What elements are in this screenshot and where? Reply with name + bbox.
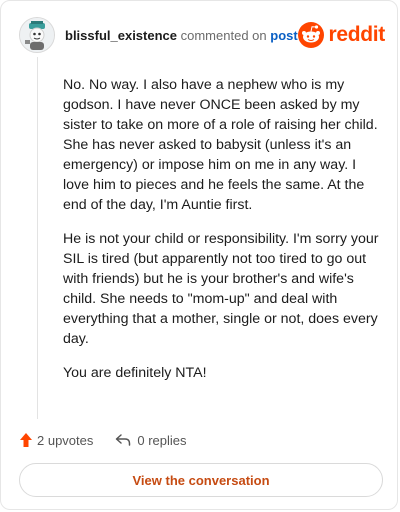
thread-line (37, 57, 38, 419)
username-link[interactable]: blissful_existence (65, 28, 177, 43)
post-link[interactable]: post (270, 28, 297, 43)
comment-paragraph: You are definitely NTA! (63, 365, 207, 381)
comment-footer: 2 upvotes 0 replies (19, 429, 187, 451)
comment-paragraph: He is not your child or responsibility. … (63, 231, 379, 347)
replies-button[interactable]: 0 replies (115, 432, 187, 448)
reply-arrow-icon (116, 434, 131, 446)
reply-count: 0 replies (137, 432, 187, 448)
upvote-count: 2 upvotes (37, 432, 94, 448)
upvote-arrow-icon (20, 433, 32, 447)
comment-card: blissful_existence commented on post red… (0, 0, 398, 510)
action-text: commented on (180, 27, 267, 43)
comment-paragraph: No. No way. I also have a nephew who is … (63, 77, 378, 213)
comment-header: blissful_existence commented on post red… (19, 15, 385, 55)
brand-wordmark: reddit (328, 23, 385, 46)
avatar-icon (20, 18, 54, 52)
avatar[interactable] (19, 17, 55, 53)
reddit-logo-icon (298, 22, 325, 48)
byline: blissful_existence commented on post (65, 28, 298, 43)
comment-body: No. No way. I also have a nephew who is … (63, 75, 383, 397)
upvote-button[interactable]: 2 upvotes (19, 432, 93, 448)
view-conversation-button[interactable]: View the conversation (19, 463, 383, 497)
reddit-brand[interactable]: reddit (298, 22, 385, 48)
